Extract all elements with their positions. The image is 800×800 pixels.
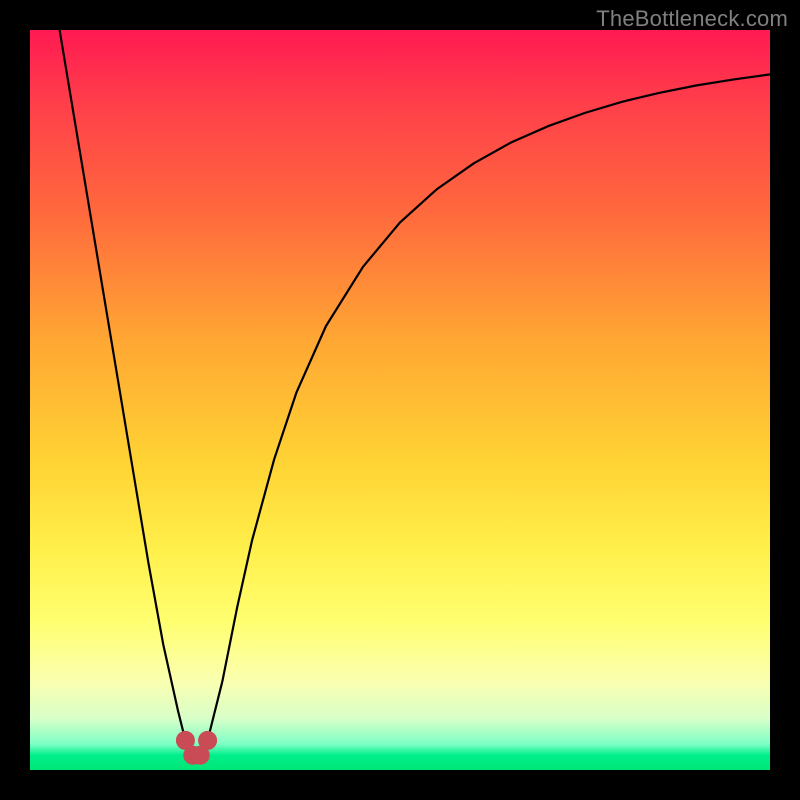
bottleneck-curve bbox=[60, 30, 770, 755]
curve-minimum-markers bbox=[176, 731, 216, 764]
bottleneck-curve-svg bbox=[30, 30, 770, 770]
chart-plot-area bbox=[30, 30, 770, 770]
minimum-marker bbox=[199, 731, 217, 749]
watermark-text: TheBottleneck.com bbox=[596, 6, 788, 32]
